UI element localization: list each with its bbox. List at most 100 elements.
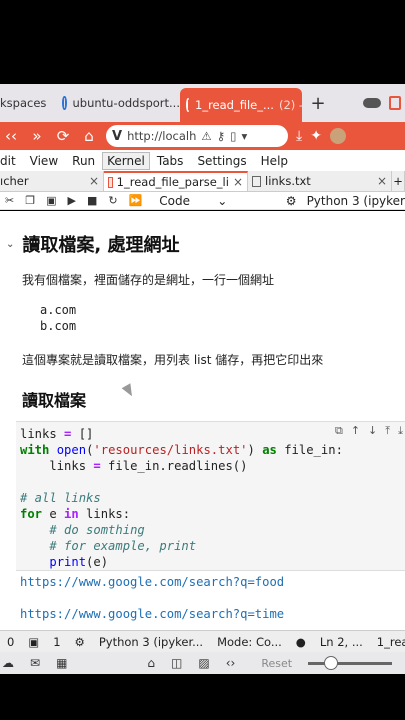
cell-output-line: https://www.google.com/search?q=food (20, 575, 285, 589)
tab-links-txt[interactable]: links.txt × (248, 171, 392, 191)
tab-label: 1_read_file_parse_li (116, 175, 229, 189)
top-letterbox (0, 0, 405, 84)
notebook-icon (108, 176, 113, 188)
kernel-name[interactable]: Python 3 (ipyker (307, 194, 405, 208)
code-editor[interactable]: links = [] with open('resources/links.tx… (20, 426, 343, 570)
calendar-icon[interactable]: ▦ (56, 656, 67, 670)
url-text: http://localh (127, 129, 197, 143)
status-count: 0 (7, 634, 15, 649)
browser-tab-suffix: (2) - J (278, 98, 302, 112)
mail-icon[interactable]: ✉ (30, 656, 40, 670)
terminal-icon[interactable]: ▣ (21, 635, 46, 649)
mouse-cursor (121, 383, 137, 399)
move-down-icon[interactable]: ↓ (368, 424, 377, 438)
trash-icon[interactable] (389, 96, 401, 110)
vivaldi-icon: V (112, 128, 123, 144)
move-up-icon[interactable]: ↑ (351, 424, 360, 438)
new-tab-button[interactable]: + (302, 93, 334, 114)
status-bar: 0 ▣ 1 ⚙ Python 3 (ipyker... Mode: Co... … (0, 630, 405, 652)
tab-notebook[interactable]: 1_read_file_parse_li × (104, 171, 248, 191)
browser-tab-ubuntu[interactable]: ubuntu-oddsport... (56, 88, 180, 118)
document-tabs: ıcher × 1_read_file_parse_li × links.txt… (0, 171, 405, 192)
list-item: a.com (40, 303, 77, 317)
image-icon[interactable]: ▨ (198, 656, 209, 670)
browser-bottom-bar: ☁ ✉ ▦ ⌂ ◫ ▨ ‹› Reset (0, 652, 405, 674)
avatar[interactable] (329, 128, 346, 144)
notebook-toolbar: ✂ ❐ ▣ ▶ ■ ↻ ⏩ Code ⌄ ⚙ Python 3 (ipyker (0, 192, 405, 210)
browser-tab-label: ubuntu-oddsport... (72, 96, 181, 110)
cell-type-value: Code (159, 193, 191, 208)
slider-knob[interactable] (324, 655, 339, 670)
reload-icon[interactable]: ⟳ (54, 127, 72, 145)
capture-icon[interactable]: ⌂ (147, 656, 155, 670)
key-icon[interactable]: ⚷ (217, 129, 225, 143)
text-file-icon (252, 175, 261, 187)
browser-nav-bar: ‹‹ » ⟳ ⌂ V http://localh ⚠ ⚷ ▯ ▾ ⤓ ✦ (0, 122, 405, 150)
browser-tab-strip: kspaces ubuntu-oddsport... 1_read_file_.… (0, 84, 405, 122)
bottom-letterbox (0, 674, 405, 720)
add-tab-button[interactable]: + (392, 171, 405, 191)
heading-text: 讀取檔案, 處理網址 (22, 235, 180, 256)
warning-icon[interactable]: ⚠ (201, 129, 211, 143)
status-mode: Mode: Co... (217, 634, 282, 649)
tab-launcher[interactable]: ıcher × (0, 171, 104, 191)
status-kernel[interactable]: Python 3 (ipyker... (92, 635, 210, 649)
restart-icon[interactable]: ↻ (108, 194, 117, 207)
close-icon[interactable]: × (89, 174, 99, 188)
status-position: Ln 2, ... (319, 634, 363, 649)
menu-kernel[interactable]: Kernel (102, 151, 150, 170)
jupyter-menu-bar: dit View Run Kernel Tabs Settings Help (0, 150, 405, 171)
close-icon[interactable]: × (233, 175, 243, 189)
dropdown-icon[interactable]: ▾ (241, 129, 247, 143)
extension-icon[interactable]: ✦ (310, 128, 322, 144)
browser-tab-label: kspaces (0, 96, 47, 110)
gear-icon[interactable]: ⚙ (286, 194, 297, 208)
menu-run[interactable]: Run (65, 154, 102, 168)
browser-tab-label: 1_read_file_... (195, 98, 274, 112)
reset-button[interactable]: Reset (261, 657, 292, 670)
menu-settings[interactable]: Settings (190, 154, 253, 168)
list-item: b.com (40, 319, 77, 333)
bookmark-icon[interactable]: ▯ (230, 129, 236, 143)
code-cell[interactable]: ⧉ ↑ ↓ ⤒ ⤓ links = [] with open('resource… (16, 421, 405, 571)
menu-help[interactable]: Help (254, 154, 295, 168)
loading-spinner-icon (186, 98, 190, 112)
chevron-left-icon[interactable]: ‹‹ (2, 127, 20, 145)
download-icon[interactable]: ⤓ (296, 128, 302, 144)
zoom-slider[interactable] (308, 655, 393, 670)
paste-icon[interactable]: ▣ (46, 194, 56, 207)
tab-label: ıcher (0, 174, 29, 188)
globe-icon (62, 96, 67, 110)
tab-label: links.txt (265, 174, 311, 188)
stop-icon[interactable]: ■ (87, 194, 97, 207)
cell-output-line: https://www.google.com/search?q=time (20, 607, 285, 621)
collapse-caret-icon[interactable]: ⌄ (6, 239, 14, 250)
settings-icon[interactable]: ⚙ (68, 635, 92, 649)
insert-above-icon[interactable]: ⤒ (385, 424, 390, 438)
double-chevron-right-icon[interactable]: » (28, 127, 46, 145)
cut-icon[interactable]: ✂ (5, 194, 14, 207)
menu-tabs[interactable]: Tabs (150, 154, 191, 168)
browser-tab-notebook[interactable]: 1_read_file_... (2) - J (180, 88, 302, 122)
browser-tab-workspaces[interactable]: kspaces (0, 88, 56, 118)
tile-icon[interactable]: ◫ (171, 656, 182, 670)
status-dot-icon: ● (295, 634, 306, 649)
notebook-area[interactable]: ⌄ 讀取檔案, 處理網址 我有個檔案，裡面儲存的是網址，一行一個網址 a.com… (0, 211, 405, 630)
cloud-icon[interactable]: ☁ (2, 656, 14, 670)
home-icon[interactable]: ⌂ (80, 127, 98, 145)
code-icon[interactable]: ‹› (226, 656, 236, 670)
status-file: 1_read_file (376, 634, 405, 649)
run-icon[interactable]: ▶ (68, 194, 76, 207)
cloud-icon[interactable] (363, 98, 381, 108)
cell-type-select[interactable]: Code ⌄ (159, 194, 227, 208)
menu-edit[interactable]: dit (0, 154, 23, 168)
section-heading: 讀取檔案 (22, 391, 87, 410)
insert-below-icon[interactable]: ⤓ (398, 424, 403, 438)
url-bar[interactable]: V http://localh ⚠ ⚷ ▯ ▾ (106, 125, 288, 147)
chevron-down-icon: ⌄ (217, 193, 228, 208)
menu-view[interactable]: View (23, 154, 65, 168)
description-text: 這個專案就是讀取檔案，用列表 list 儲存，再把它印出來 (22, 353, 324, 367)
copy-icon[interactable]: ❐ (25, 194, 35, 207)
fast-forward-icon[interactable]: ⏩ (129, 194, 143, 207)
close-icon[interactable]: × (377, 174, 387, 188)
